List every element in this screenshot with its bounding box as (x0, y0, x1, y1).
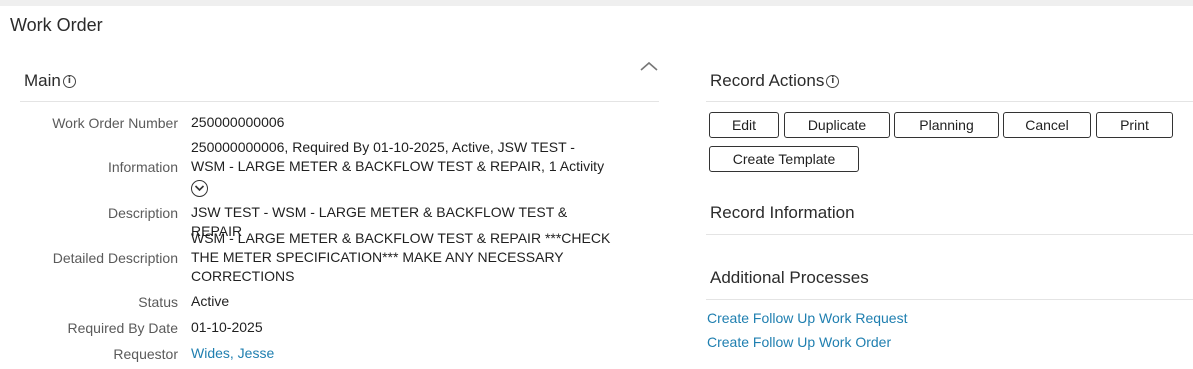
field-label: Information (107, 159, 178, 175)
additional-processes-divider (706, 299, 1193, 300)
duplicate-button[interactable]: Duplicate (784, 112, 890, 138)
field-label: Work Order Number (52, 115, 178, 131)
record-actions-title: Record Actions (710, 71, 825, 90)
record-actions-header: Record Actions i (710, 71, 840, 91)
info-icon[interactable]: i (62, 74, 76, 88)
main-section-header: Main i (24, 71, 76, 91)
field-label: Requestor (113, 346, 178, 362)
record-information-title[interactable]: Record Information (710, 203, 855, 223)
field-label: Detailed Description (52, 250, 178, 266)
requestor-link[interactable]: Wides, Jesse (191, 344, 611, 363)
print-button[interactable]: Print (1096, 112, 1173, 138)
record-information-divider (706, 234, 1193, 235)
planning-button[interactable]: Planning (894, 112, 999, 138)
information-value: 250000000006, Required By 01-10-2025, Ac… (191, 139, 605, 174)
detailed-description-value: WSM - LARGE METER & BACKFLOW TEST & REPA… (191, 230, 611, 284)
chevron-down-circle-icon[interactable] (191, 179, 208, 197)
field-label: Status (138, 294, 178, 310)
edit-button[interactable]: Edit (709, 112, 779, 138)
additional-processes-title: Additional Processes (710, 268, 869, 287)
page-title: Work Order (10, 15, 103, 35)
status-value: Active (191, 293, 230, 309)
work-order-number-value: 250000000006 (191, 114, 285, 130)
top-bar (0, 0, 1193, 6)
required-by-date-value: 01-10-2025 (191, 319, 263, 335)
main-section-title: Main (24, 71, 61, 90)
create-template-button[interactable]: Create Template (709, 146, 859, 172)
create-follow-up-work-request-link[interactable]: Create Follow Up Work Request (707, 310, 907, 326)
create-follow-up-work-order-link[interactable]: Create Follow Up Work Order (707, 334, 891, 350)
record-actions-divider (706, 101, 1193, 102)
chevron-up-icon[interactable] (638, 58, 660, 74)
cancel-button[interactable]: Cancel (1003, 112, 1091, 138)
field-label: Required By Date (67, 320, 178, 336)
info-icon[interactable]: i (826, 74, 840, 88)
field-label: Description (107, 205, 178, 221)
main-divider (20, 101, 659, 102)
